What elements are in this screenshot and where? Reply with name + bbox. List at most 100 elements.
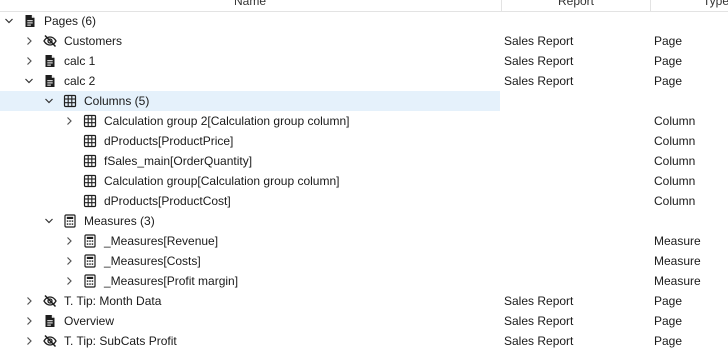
tree-row-name[interactable]: Customers [0, 31, 500, 51]
tree-row-label: T. Tip: Month Data [64, 294, 162, 308]
tree-row-label: T. Tip: SubCats Profit [64, 334, 177, 348]
calculator-icon [62, 213, 78, 229]
header-name[interactable]: Name [0, 0, 500, 11]
chevron-right-icon[interactable] [22, 291, 36, 311]
report-cell: Sales Report [504, 294, 574, 308]
tree-row-name[interactable]: Measures (3) [0, 211, 500, 231]
calculator-icon [82, 253, 98, 269]
header-report[interactable]: Report [501, 0, 650, 11]
tree-row[interactable]: fSales_main[OrderQuantity] Column [0, 151, 728, 171]
type-cell: Page [654, 294, 683, 308]
report-cell: Sales Report [504, 54, 574, 68]
tree-row[interactable]: _Measures[Revenue] Measure [0, 231, 728, 251]
type-cell: Column [654, 154, 696, 168]
type-cell: Page [654, 74, 683, 88]
hidden-eye-icon [42, 333, 58, 349]
chevron-right-icon[interactable] [62, 271, 76, 291]
calculator-icon [82, 273, 98, 289]
chevron-right-icon[interactable] [22, 311, 36, 331]
report-cell: Sales Report [504, 34, 574, 48]
table-icon [82, 133, 98, 149]
tree-row-name[interactable]: fSales_main[OrderQuantity] [0, 151, 500, 171]
table-icon [82, 193, 98, 209]
tree-row[interactable]: calc 2 Sales Report Page [0, 71, 728, 91]
tree-row-name[interactable]: Columns (5) [0, 91, 500, 111]
chevron-down-icon[interactable] [42, 211, 56, 231]
report-cell: Sales Report [504, 314, 574, 328]
tree-row[interactable]: Calculation group 2[Calculation group co… [0, 111, 728, 131]
tree-row[interactable]: Overview Sales Report Page [0, 311, 728, 331]
tree-row[interactable]: T. Tip: SubCats Profit Sales Report Page [0, 331, 728, 351]
tree-row-name[interactable]: calc 2 [0, 71, 500, 91]
chevron-down-icon[interactable] [2, 11, 16, 31]
tree-row[interactable]: Measures (3) [0, 211, 728, 231]
type-cell: Column [654, 114, 696, 128]
tree-row[interactable]: Pages (6) [0, 11, 728, 31]
table-icon [82, 173, 98, 189]
tree-row-label: calc 1 [64, 54, 96, 68]
tree-row-name[interactable]: Calculation group[Calculation group colu… [0, 171, 500, 191]
table-icon [82, 153, 98, 169]
tree-row[interactable]: dProducts[ProductPrice] Column [0, 131, 728, 151]
page-icon [22, 13, 38, 29]
tree-row-name[interactable]: dProducts[ProductPrice] [0, 131, 500, 151]
type-cell: Page [654, 334, 683, 348]
hidden-eye-icon [42, 33, 58, 49]
table-icon [62, 93, 78, 109]
tree-row-label: _Measures[Profit margin] [104, 274, 239, 288]
header-type[interactable]: Type [650, 0, 728, 11]
tree-row[interactable]: T. Tip: Month Data Sales Report Page [0, 291, 728, 311]
hidden-eye-icon [42, 293, 58, 309]
tree-row[interactable]: dProducts[ProductCost] Column [0, 191, 728, 211]
page-icon [42, 53, 58, 69]
tree-row-name[interactable]: Overview [0, 311, 500, 331]
page-icon [42, 73, 58, 89]
tree-row-label: _Measures[Revenue] [104, 234, 219, 248]
page-icon [42, 313, 58, 329]
tree-row-name[interactable]: _Measures[Profit margin] [0, 271, 500, 291]
tree-row[interactable]: _Measures[Profit margin] Measure [0, 271, 728, 291]
tree-row-name[interactable]: Calculation group 2[Calculation group co… [0, 111, 500, 131]
tree-row-label: dProducts[ProductPrice] [104, 134, 234, 148]
tree-row-name[interactable]: T. Tip: SubCats Profit [0, 331, 500, 351]
type-cell: Column [654, 174, 696, 188]
tree-row-label: Customers [64, 34, 123, 48]
calculator-icon [82, 233, 98, 249]
tree-row-label: dProducts[ProductCost] [104, 194, 231, 208]
tree-view: Pages (6) Customers Sales Report Page calc 1… [0, 11, 728, 351]
type-cell: Page [654, 54, 683, 68]
tree-row[interactable]: _Measures[Costs] Measure [0, 251, 728, 271]
tree-row-name[interactable]: Pages (6) [0, 11, 500, 31]
chevron-right-icon[interactable] [22, 51, 36, 71]
tree-row[interactable]: calc 1 Sales Report Page [0, 51, 728, 71]
type-cell: Page [654, 34, 683, 48]
chevron-right-icon[interactable] [62, 231, 76, 251]
tree-row[interactable]: Customers Sales Report Page [0, 31, 728, 51]
tree-row-name[interactable]: dProducts[ProductCost] [0, 191, 500, 211]
tree-row[interactable]: Calculation group[Calculation group colu… [0, 171, 728, 191]
report-cell: Sales Report [504, 334, 574, 348]
tree-row-label: Pages (6) [44, 14, 97, 28]
tree-row-name[interactable]: T. Tip: Month Data [0, 291, 500, 311]
tree-row-label: calc 2 [64, 74, 96, 88]
chevron-right-icon[interactable] [62, 111, 76, 131]
tree-row-label: Columns (5) [84, 94, 150, 108]
type-cell: Column [654, 194, 696, 208]
table-icon [82, 113, 98, 129]
tree-row-label: fSales_main[OrderQuantity] [104, 154, 253, 168]
chevron-right-icon[interactable] [22, 31, 36, 51]
chevron-right-icon[interactable] [62, 251, 76, 271]
type-cell: Measure [654, 234, 701, 248]
type-cell: Page [654, 314, 683, 328]
tree-row-name[interactable]: _Measures[Revenue] [0, 231, 500, 251]
chevron-right-icon[interactable] [22, 331, 36, 351]
chevron-down-icon[interactable] [22, 71, 36, 91]
tree-row-name[interactable]: calc 1 [0, 51, 500, 71]
type-cell: Measure [654, 274, 701, 288]
chevron-down-icon[interactable] [42, 91, 56, 111]
tree-row[interactable]: Columns (5) [0, 91, 728, 111]
tree-row-name[interactable]: _Measures[Costs] [0, 251, 500, 271]
